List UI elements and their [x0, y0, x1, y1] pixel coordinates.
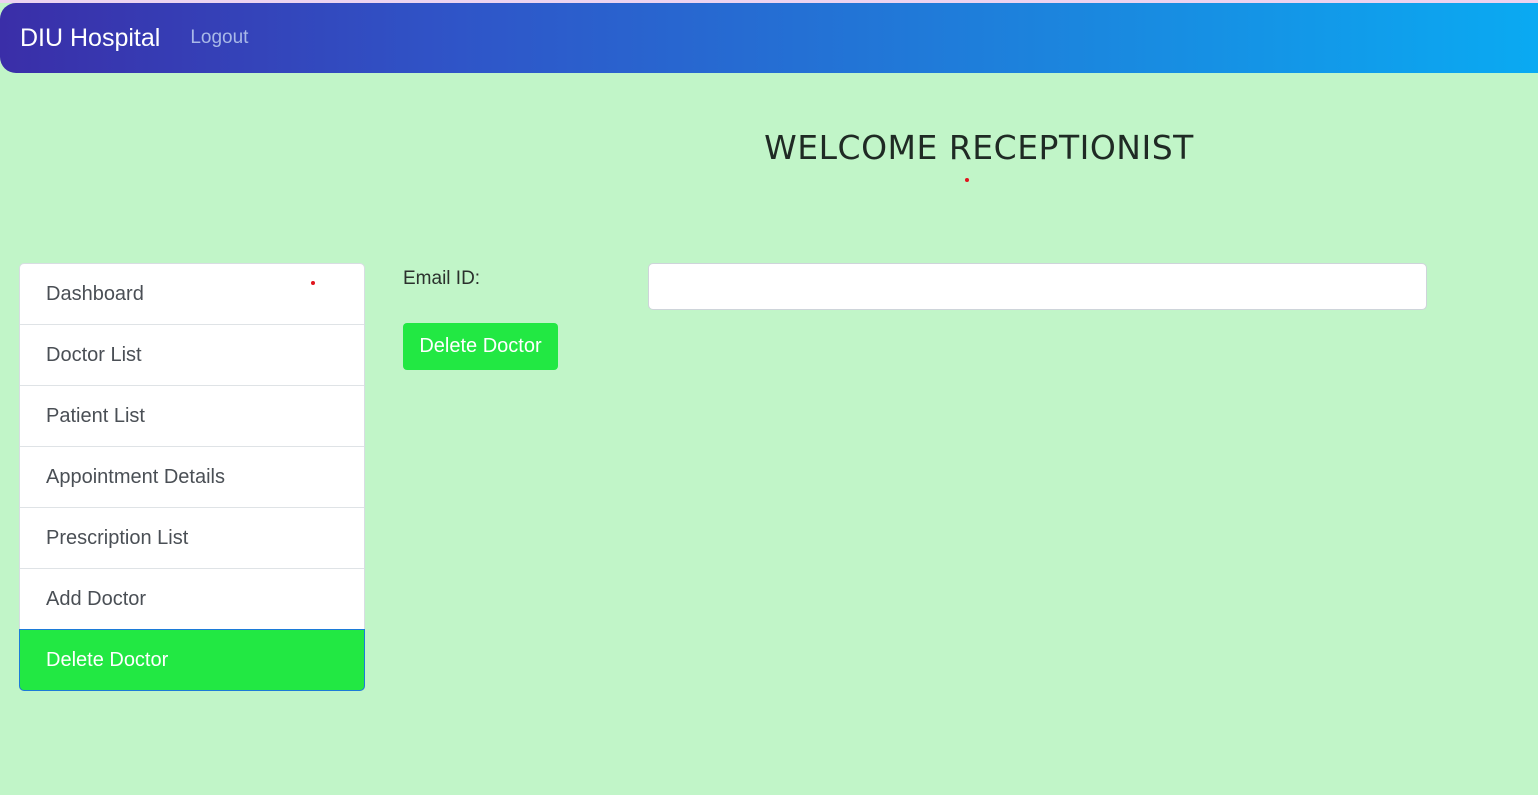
brand-name[interactable]: DIU Hospital	[20, 25, 160, 51]
navbar: DIU Hospital Logout	[0, 3, 1538, 73]
logout-link[interactable]: Logout	[190, 27, 248, 49]
sidebar-item-appointment-details[interactable]: Appointment Details	[20, 447, 364, 508]
sidebar-item-prescription-list[interactable]: Prescription List	[20, 508, 364, 569]
sidebar-item-patient-list[interactable]: Patient List	[20, 386, 364, 447]
sidebar-item-add-doctor[interactable]: Add Doctor	[20, 569, 364, 630]
sidebar-menu: Dashboard Doctor List Patient List Appoi…	[19, 263, 365, 691]
sidebar-item-delete-doctor[interactable]: Delete Doctor	[19, 629, 365, 691]
delete-doctor-button[interactable]: Delete Doctor	[403, 323, 558, 370]
sidebar-item-dashboard[interactable]: Dashboard	[20, 264, 364, 325]
email-label: Email ID:	[403, 268, 481, 289]
page-title: WELCOME RECEPTIONIST	[764, 128, 1194, 167]
red-dot-marker	[965, 178, 969, 182]
email-input[interactable]	[648, 263, 1427, 310]
sidebar-item-doctor-list[interactable]: Doctor List	[20, 325, 364, 386]
red-dot-marker	[311, 281, 315, 285]
